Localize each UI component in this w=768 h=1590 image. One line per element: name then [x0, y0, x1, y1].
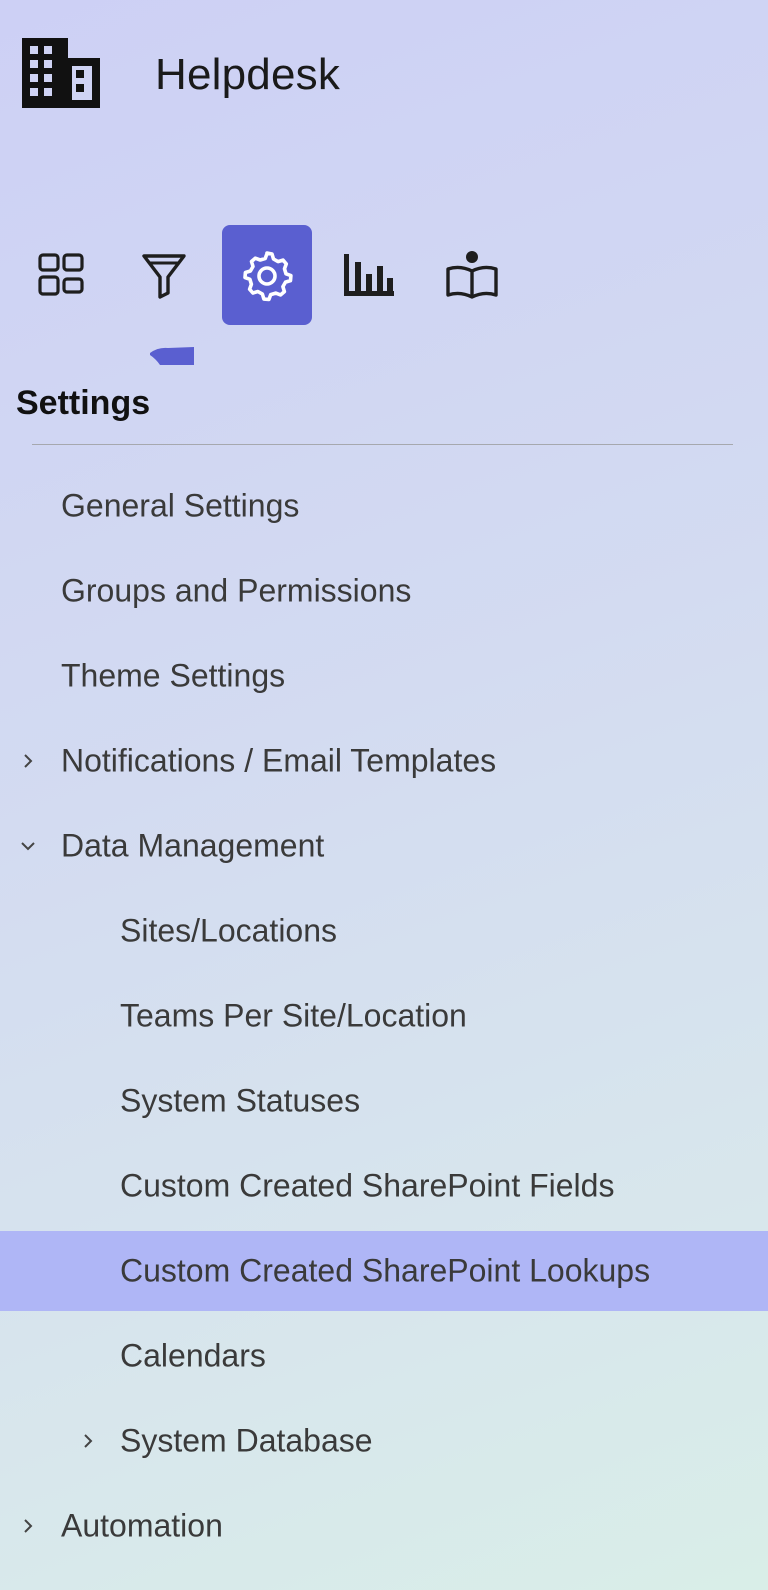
nav-item-label: Calendars [120, 1337, 266, 1374]
nav-item-automation[interactable]: Automation [0, 1486, 768, 1566]
view-toolbar [0, 222, 768, 325]
nav-item-label: System Database [120, 1422, 373, 1459]
nav-item-label: General Settings [61, 487, 300, 524]
nav-item-label: Notifications / Email Templates [61, 742, 497, 779]
nav-item-label: Theme Settings [61, 657, 286, 694]
nav-item-groups-and-permissions[interactable]: Groups and Permissions [0, 551, 768, 631]
nav-item-teams-per-site-location[interactable]: Teams Per Site/Location [0, 976, 768, 1056]
settings-button[interactable] [222, 225, 312, 325]
nav-item-custom-sharepoint-lookups[interactable]: Custom Created SharePoint Lookups [0, 1231, 768, 1311]
nav-item-label: Automation [61, 1507, 223, 1544]
nav-item-system-statuses[interactable]: System Statuses [0, 1061, 768, 1141]
nav-item-data-management[interactable]: Data Management [0, 806, 768, 886]
bar-chart-icon [344, 254, 394, 296]
nav-item-label: Sites/Locations [120, 912, 338, 949]
dashboard-button[interactable] [17, 225, 107, 325]
nav-item-general-settings[interactable]: General Settings [0, 466, 768, 546]
nav-item-notifications-email-templates[interactable]: Notifications / Email Templates [0, 721, 768, 801]
gear-icon [243, 251, 293, 302]
chevron-right-icon[interactable] [78, 1431, 98, 1451]
knowledge-base-button[interactable] [427, 225, 517, 325]
nav-item-system-database[interactable]: System Database [0, 1401, 768, 1481]
filter-button[interactable] [119, 225, 209, 325]
section-title: Settings [16, 384, 151, 422]
app-title: Helpdesk [155, 50, 341, 99]
nav-item-custom-sharepoint-fields[interactable]: Custom Created SharePoint Fields [0, 1146, 768, 1226]
active-tab-indicator [150, 347, 194, 365]
nav-item-label: Groups and Permissions [61, 572, 412, 609]
book-reader-icon [446, 251, 498, 299]
chevron-right-icon[interactable] [18, 751, 38, 771]
grid-dashboard-icon [38, 253, 84, 296]
nav-item-label: Data Management [61, 827, 325, 864]
building-logo-icon [22, 38, 100, 108]
nav-item-sites-locations[interactable]: Sites/Locations [0, 891, 768, 971]
nav-item-theme-settings[interactable]: Theme Settings [0, 636, 768, 716]
nav-item-calendars[interactable]: Calendars [0, 1316, 768, 1396]
section-divider [32, 444, 733, 445]
nav-item-label: Teams Per Site/Location [120, 997, 467, 1034]
app-header: Helpdesk [0, 0, 768, 150]
nav-item-label: Custom Created SharePoint Fields [120, 1167, 615, 1204]
nav-item-label: Custom Created SharePoint Lookups [120, 1252, 651, 1289]
reports-button[interactable] [323, 225, 413, 325]
nav-item-label: System Statuses [120, 1082, 361, 1119]
filter-funnel-icon [142, 254, 186, 299]
chevron-right-icon[interactable] [18, 1516, 38, 1536]
chevron-down-icon[interactable] [18, 836, 38, 856]
